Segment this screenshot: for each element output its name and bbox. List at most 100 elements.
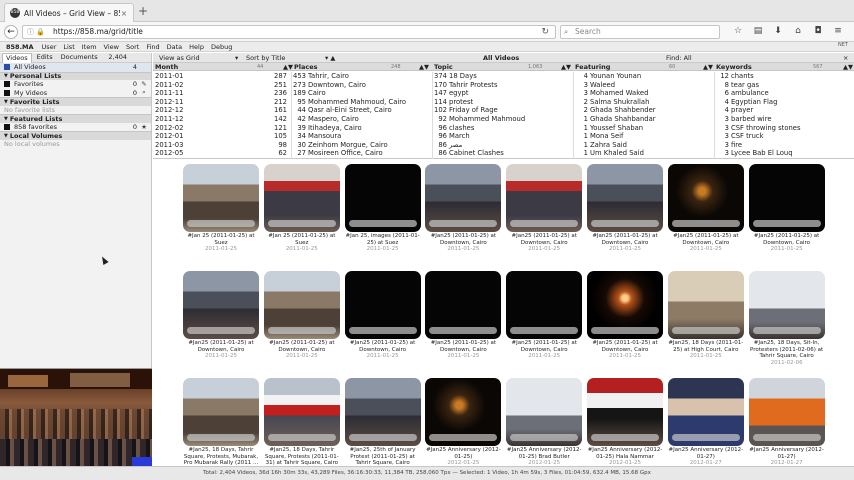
video-item[interactable]: #Jan25, 18 Days, Tahrir Square, Protests… bbox=[263, 378, 341, 467]
column-row[interactable]: Younan Younan 4 bbox=[574, 72, 714, 81]
video-item[interactable]: #Jan25 (2011-01-25) at Downtown, Cairo 20… bbox=[586, 164, 664, 253]
video-thumbnail[interactable] bbox=[748, 271, 825, 339]
video-item[interactable]: #Jan25 (2011-01-25) at Downtown, Cairo 20… bbox=[182, 271, 260, 360]
video-item[interactable]: #Jan25 (2011-01-25) at Downtown, Cairo 20… bbox=[424, 271, 502, 360]
column-row[interactable]: Zahra Said 1 bbox=[574, 141, 714, 150]
column-row[interactable]: Lycee Bab El Louq 3 bbox=[715, 149, 854, 158]
column-row[interactable]: Salma Shukrallah 2 bbox=[574, 98, 714, 107]
column-row[interactable]: 2012-11 212 bbox=[153, 98, 291, 107]
home-icon[interactable]: ⌂ bbox=[788, 26, 808, 36]
video-thumbnail[interactable] bbox=[667, 271, 744, 339]
video-item[interactable]: #Jan25 Anniversary (2012-01-27) 2012-01-2… bbox=[667, 378, 745, 467]
column-row[interactable]: 2012-01 105 bbox=[153, 132, 291, 141]
find-select[interactable]: Find: All bbox=[666, 54, 692, 62]
column-row[interactable]: CSF throwing stones 3 bbox=[715, 124, 854, 133]
library-icon[interactable]: ▤ bbox=[748, 26, 768, 36]
menu-user[interactable]: User bbox=[42, 43, 57, 51]
timeline-bar[interactable] bbox=[591, 220, 659, 227]
column-row[interactable]: Youssef Shaban 1 bbox=[574, 124, 714, 133]
column-row[interactable]: clashes 96 bbox=[433, 124, 573, 133]
search-icon[interactable]: ⌕ bbox=[137, 88, 151, 97]
video-item[interactable]: #Jan25, 25th of January Protest (2011-01… bbox=[344, 378, 422, 467]
video-thumbnail[interactable] bbox=[263, 271, 340, 339]
timeline-bar[interactable] bbox=[429, 220, 498, 227]
column-row[interactable]: barbed wire 3 bbox=[715, 115, 854, 124]
video-item[interactable]: #Jan25 (2011-01-25) at Downtown, Cairo 20… bbox=[667, 164, 745, 253]
column-row[interactable]: tear gas 8 bbox=[715, 81, 854, 90]
column-row[interactable]: Tahrir Protests 170 bbox=[433, 81, 573, 90]
video-item[interactable]: #Jan25 (2011-01-25) at Downtown, Cairo 20… bbox=[263, 271, 341, 360]
menu-debug[interactable]: Debug bbox=[211, 43, 232, 51]
column-row[interactable]: 2012-02 121 bbox=[153, 124, 291, 133]
video-item[interactable]: #Jan 25 (2011-01-25) at Suez 2011-01-25 bbox=[263, 164, 341, 253]
menu-find[interactable]: Find bbox=[146, 43, 159, 51]
column-row[interactable]: 2012-05 62 bbox=[153, 149, 291, 158]
section-local-volumes[interactable]: ▼ Local Volumes bbox=[0, 131, 151, 140]
timeline-bar[interactable] bbox=[267, 327, 336, 334]
timeline-bar[interactable] bbox=[348, 434, 417, 441]
header-topic[interactable]: Topic bbox=[434, 63, 453, 71]
timeline-bar[interactable] bbox=[591, 434, 659, 441]
timeline-bar[interactable] bbox=[671, 327, 740, 334]
menu-item[interactable]: Item bbox=[82, 43, 97, 51]
column-row[interactable]: 18 Days 374 bbox=[433, 72, 573, 81]
video-thumbnail[interactable] bbox=[344, 378, 421, 446]
video-item[interactable]: #Jan25 Anniversary (2012-01-27) 2012-01-2… bbox=[748, 378, 826, 467]
header-featuring[interactable]: Featuring bbox=[575, 63, 610, 71]
video-thumbnail[interactable] bbox=[748, 164, 825, 232]
view-as-select[interactable]: View as Grid bbox=[159, 54, 200, 62]
section-personal-lists[interactable]: ▼ Personal Lists bbox=[0, 71, 151, 80]
column-row[interactable]: Cairo 189 bbox=[292, 89, 432, 98]
column-row[interactable]: Mona Seif 1 bbox=[574, 132, 714, 141]
section-favorite-lists[interactable]: ▼ Favorite Lists bbox=[0, 97, 151, 106]
sort-icon[interactable]: ▲▼ bbox=[283, 63, 293, 71]
sidebar-item-favorites[interactable]: Favorites 0 ✎ bbox=[0, 80, 151, 89]
column-row[interactable]: Cabinet Clashes 86 bbox=[433, 149, 573, 158]
column-row[interactable]: Tahrir, Cairo 453 bbox=[292, 72, 432, 81]
column-row[interactable]: 2012-12 161 bbox=[153, 106, 291, 115]
timeline-bar[interactable] bbox=[510, 434, 579, 441]
column-row[interactable]: Egyptian Flag 4 bbox=[715, 98, 854, 107]
tab-videos[interactable]: Videos bbox=[2, 52, 32, 63]
column-row[interactable]: Ghada Shahbandar 1 bbox=[574, 115, 714, 124]
column-row[interactable]: protest 114 bbox=[433, 98, 573, 107]
video-thumbnail[interactable] bbox=[667, 378, 744, 446]
video-item[interactable]: #Jan25, 18 Days (2011-01-25) at High Cou… bbox=[667, 271, 745, 360]
header-month[interactable]: Month bbox=[155, 63, 178, 71]
video-thumbnail[interactable] bbox=[587, 164, 663, 232]
video-thumbnail[interactable] bbox=[183, 378, 259, 446]
sidebar-item-all-videos[interactable]: All Videos 4 bbox=[0, 63, 151, 72]
timeline-bar[interactable] bbox=[671, 220, 740, 227]
menu-list[interactable]: List bbox=[63, 43, 74, 51]
close-tab-icon[interactable]: × bbox=[120, 9, 128, 18]
timeline-bar[interactable] bbox=[187, 434, 255, 441]
column-row[interactable]: fire 3 bbox=[715, 141, 854, 150]
column-row[interactable]: مصر 86 bbox=[433, 141, 573, 150]
column-row[interactable]: Waleed 3 bbox=[574, 81, 714, 90]
column-row[interactable]: Downtown, Cairo 273 bbox=[292, 81, 432, 90]
column-row[interactable]: Mohammed Mahmoud 92 bbox=[433, 115, 573, 124]
hamburger-menu-icon[interactable]: ≡ bbox=[828, 26, 848, 36]
video-thumbnail[interactable] bbox=[506, 164, 583, 232]
column-row[interactable]: 2011-12 142 bbox=[153, 115, 291, 124]
video-thumbnail[interactable] bbox=[587, 378, 663, 446]
column-row[interactable]: Mansoura 34 bbox=[292, 132, 432, 141]
video-item[interactable]: #Jan25, 18 Days, Sit-In, Protesters (201… bbox=[748, 271, 826, 366]
video-item[interactable]: #Jan25 Anniversary (2012-01-25) Hala Nam… bbox=[586, 378, 664, 467]
video-item[interactable]: #Jan25 Anniversary (2012-01-25) 2012-01-2… bbox=[424, 378, 502, 467]
menu-sort[interactable]: Sort bbox=[126, 43, 139, 51]
video-item[interactable]: #Jan25 (2011-01-25) at Downtown, Cairo 20… bbox=[748, 164, 826, 253]
column-row[interactable]: Mohammed Mahmoud, Cairo 95 bbox=[292, 98, 432, 107]
timeline-bar[interactable] bbox=[187, 327, 255, 334]
column-row[interactable]: 2011-01 287 bbox=[153, 72, 291, 81]
timeline-bar[interactable] bbox=[671, 434, 740, 441]
star-icon[interactable]: ★ bbox=[137, 123, 151, 131]
sidebar-item-858-favorites[interactable]: 858 favorites 0 ★ bbox=[0, 123, 151, 132]
column-row[interactable]: Qasr al-Eini Street, Cairo 44 bbox=[292, 106, 432, 115]
video-item[interactable]: #Jan 25 (2011-01-25) at Suez 2011-01-25 bbox=[182, 164, 260, 253]
search-input[interactable]: ⌕ Search bbox=[560, 25, 720, 39]
video-item[interactable]: #Jan25 Anniversary (2012-01-25) Brad But… bbox=[505, 378, 583, 467]
download-icon[interactable]: ⬇ bbox=[768, 26, 788, 36]
video-thumbnail[interactable] bbox=[506, 271, 583, 339]
column-row[interactable]: Maspero, Cairo 42 bbox=[292, 115, 432, 124]
